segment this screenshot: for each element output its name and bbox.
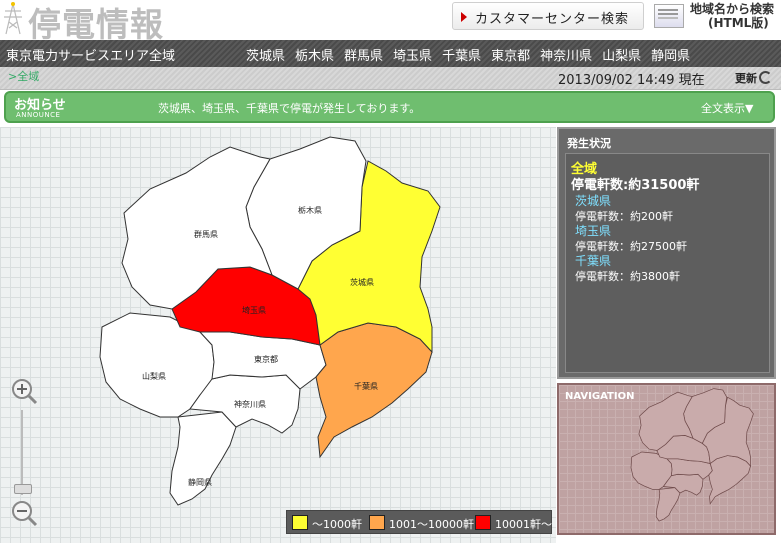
nav-prefecture-saitama[interactable]: 埼玉県 (393, 49, 432, 64)
nav-prefecture-gunma[interactable]: 群馬県 (344, 49, 383, 64)
area-search-line2: (HTML版) (708, 16, 769, 30)
label-shizuoka: 静岡県 (188, 477, 212, 487)
subbar: >全域 2013/09/02 14:49 現在 更新 (0, 67, 781, 90)
status-region-chiba[interactable]: 千葉県 (575, 252, 611, 269)
announcement-bar: お知らせ ANNOUNCE 茨城県、埼玉県、千葉県で停電が発生しております。 全… (4, 91, 775, 123)
legend-swatch-low (292, 515, 308, 530)
nav-prefecture-yamanashi[interactable]: 山梨県 (602, 49, 641, 64)
label-tochigi: 栃木県 (298, 205, 322, 215)
nav-prefecture-shizuoka[interactable]: 静岡県 (651, 49, 690, 64)
legend-label-low: 〜1000軒 (312, 518, 362, 531)
label-ibaraki: 茨城県 (350, 277, 374, 287)
status-panel: 発生状況 全域 停電軒数:約31500軒 茨城県 停電軒数：約200軒 埼玉県 … (557, 127, 776, 379)
zoom-slider-handle[interactable] (14, 484, 32, 494)
announce-message: 茨城県、埼玉県、千葉県で停電が発生しております。 (158, 102, 421, 115)
nav-prefecture-kanagawa[interactable]: 神奈川県 (540, 49, 592, 64)
legend-swatch-mid (369, 515, 385, 530)
nav-all-area[interactable]: 東京電力サービスエリア全域 (6, 45, 175, 64)
update-datetime: 2013/09/02 14:49 現在 (558, 73, 705, 88)
zoom-out-icon[interactable] (9, 498, 39, 528)
legend-swatch-high (475, 515, 491, 530)
prefecture-map[interactable]: 群馬県 栃木県 茨城県 埼玉県 東京都 千葉県 山梨県 神奈川県 静岡県 (0, 127, 556, 543)
status-region-ibaraki[interactable]: 茨城県 (575, 192, 611, 209)
area-name-search-link[interactable]: 地域名から検索 (HTML版) (652, 0, 781, 32)
power-tower-icon (4, 2, 22, 35)
region-shizuoka[interactable] (169, 411, 237, 506)
label-tokyo: 東京都 (254, 354, 278, 364)
label-kanagawa: 神奈川県 (234, 399, 266, 409)
status-heading: 発生状況 (567, 137, 611, 150)
status-region-saitama[interactable]: 埼玉県 (575, 222, 611, 239)
legend-label-high: 10001軒〜 (495, 518, 552, 531)
nav-prefecture-tochigi[interactable]: 栃木県 (295, 49, 334, 64)
customer-center-search-label: カスタマーセンター検索 (475, 12, 630, 27)
refresh-button[interactable]: 更新 (735, 70, 772, 86)
zoom-in-icon[interactable] (9, 376, 39, 406)
refresh-icon (759, 71, 772, 84)
label-chiba: 千葉県 (354, 381, 378, 391)
label-yamanashi: 山梨県 (142, 371, 166, 381)
breadcrumb[interactable]: >全域 (8, 68, 39, 84)
nav-prefecture-chiba[interactable]: 千葉県 (442, 49, 481, 64)
status-all-count: 停電軒数:約31500軒 (571, 178, 700, 193)
label-gunma: 群馬県 (194, 229, 218, 239)
zoom-slider-track[interactable] (21, 410, 23, 495)
full-text-toggle[interactable]: 全文表示▼ (701, 100, 753, 116)
outage-map[interactable]: 群馬県 栃木県 茨城県 埼玉県 東京都 千葉県 山梨県 神奈川県 静岡県 (0, 127, 556, 543)
nav-prefecture-tokyo[interactable]: 東京都 (491, 49, 530, 64)
status-count-chiba: 停電軒数：約3800軒 (575, 270, 680, 283)
list-icon (654, 4, 684, 28)
legend-label-mid: 1001〜10000軒 (389, 518, 474, 531)
navigation-panel[interactable]: NAVIGATION (557, 383, 776, 535)
nav-prefecture-list: 茨城県 栃木県 群馬県 埼玉県 千葉県 東京都 神奈川県 山梨県 静岡県 (246, 45, 690, 64)
announce-subtitle: ANNOUNCE (16, 111, 61, 119)
customer-center-search-button[interactable]: カスタマーセンター検索 (452, 2, 644, 30)
label-saitama: 埼玉県 (242, 305, 266, 315)
logo[interactable]: 停電情報 (2, 0, 182, 44)
header: 停電情報 カスタマーセンター検索 地域名から検索 (HTML版) (0, 0, 781, 44)
arrow-right-icon (461, 12, 467, 22)
legend: 〜1000軒 1001〜10000軒 10001軒〜 (286, 510, 552, 534)
nav-prefecture-ibaraki[interactable]: 茨城県 (246, 49, 285, 64)
navigation-minimap[interactable] (559, 385, 774, 533)
refresh-label: 更新 (735, 72, 757, 85)
prefecture-navbar: 東京電力サービスエリア全域 茨城県 栃木県 群馬県 埼玉県 千葉県 東京都 神奈川県 山梨県静… (0, 40, 781, 67)
status-box: 全域 停電軒数:約31500軒 茨城県 停電軒数：約200軒 埼玉県 停電軒数：… (565, 153, 770, 373)
